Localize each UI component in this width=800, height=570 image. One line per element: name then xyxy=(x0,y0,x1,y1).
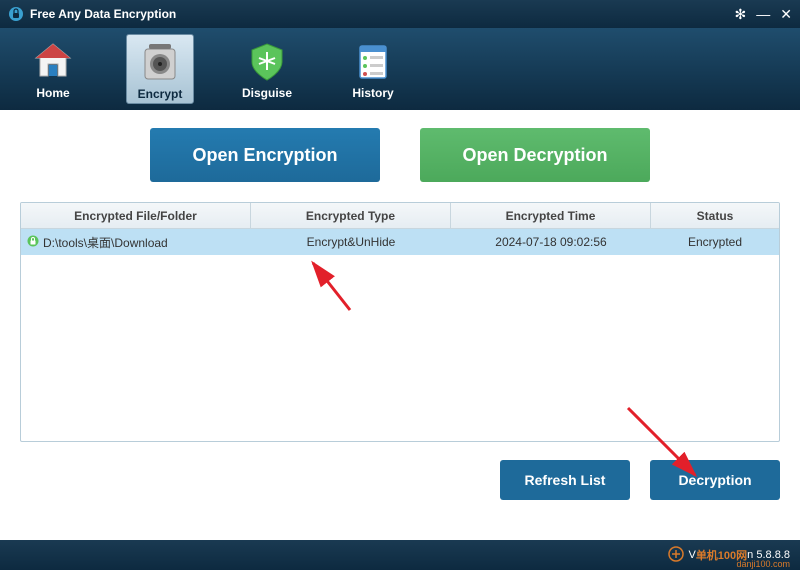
th-file[interactable]: Encrypted File/Folder xyxy=(21,203,251,228)
window-controls: ✻ — ✕ xyxy=(735,7,792,21)
refresh-button[interactable]: Refresh List xyxy=(500,460,630,500)
history-icon xyxy=(348,38,398,84)
td-status: Encrypted xyxy=(651,229,779,255)
minimize-icon[interactable]: — xyxy=(756,7,770,21)
decryption-button[interactable]: Decryption xyxy=(650,460,780,500)
encrypted-table: Encrypted File/Folder Encrypted Type Enc… xyxy=(20,202,780,442)
footer: V 单机100网 n 5.8.8.8 danji100.com xyxy=(0,540,800,570)
toolbar: Home Encrypt Disguise History xyxy=(0,28,800,110)
titlebar: Free Any Data Encryption ✻ — ✕ xyxy=(0,0,800,28)
nav-home[interactable]: Home xyxy=(20,34,86,102)
nav-disguise-label: Disguise xyxy=(242,86,292,100)
nav-history[interactable]: History xyxy=(340,34,406,102)
bottom-buttons: Refresh List Decryption xyxy=(20,460,780,500)
version-icon xyxy=(668,546,684,565)
nav-encrypt[interactable]: Encrypt xyxy=(126,34,194,104)
open-encryption-button[interactable]: Open Encryption xyxy=(150,128,380,182)
th-time[interactable]: Encrypted Time xyxy=(451,203,651,228)
nav-history-label: History xyxy=(352,86,393,100)
td-type: Encrypt&UnHide xyxy=(251,229,451,255)
table-row[interactable]: D:\tools\桌面\Download Encrypt&UnHide 2024… xyxy=(21,229,779,255)
action-row: Open Encryption Open Decryption xyxy=(20,128,780,182)
home-icon xyxy=(28,38,78,84)
td-time: 2024-07-18 09:02:56 xyxy=(451,229,651,255)
close-icon[interactable]: ✕ xyxy=(780,7,792,21)
app-icon xyxy=(8,6,24,22)
th-status[interactable]: Status xyxy=(651,203,779,228)
app-title: Free Any Data Encryption xyxy=(30,7,735,21)
version-prefix: V xyxy=(688,549,695,561)
encrypt-icon xyxy=(135,39,185,85)
nav-home-label: Home xyxy=(36,86,69,100)
main-panel: Open Encryption Open Decryption Encrypte… xyxy=(0,110,800,510)
watermark-sub: danji100.com xyxy=(736,559,790,569)
nav-encrypt-label: Encrypt xyxy=(138,87,183,101)
nav-disguise[interactable]: Disguise xyxy=(234,34,300,102)
table-header: Encrypted File/Folder Encrypted Type Enc… xyxy=(21,203,779,229)
lock-icon xyxy=(27,235,39,250)
settings-icon[interactable]: ✻ xyxy=(735,7,747,21)
disguise-icon xyxy=(242,38,292,84)
td-file: D:\tools\桌面\Download xyxy=(43,234,168,251)
th-type[interactable]: Encrypted Type xyxy=(251,203,451,228)
open-decryption-button[interactable]: Open Decryption xyxy=(420,128,650,182)
